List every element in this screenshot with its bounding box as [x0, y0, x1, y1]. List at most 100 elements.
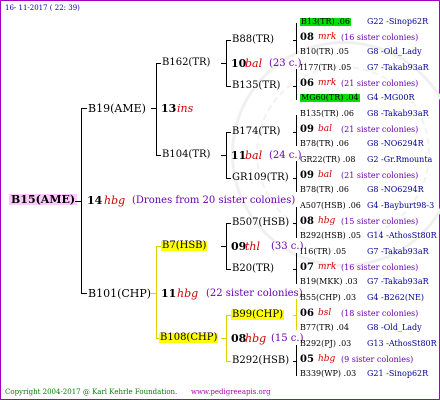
gen4-row-0-origin-lower: G8 -Old_Lady	[367, 47, 422, 56]
gen1-father-bracket	[156, 246, 157, 339]
gen2-b7: B7(HSB)	[161, 240, 208, 251]
gen4-row-0-text: (16 sister colonies)	[341, 33, 419, 42]
gen4-row-3-text: (21 sister colonies)	[341, 171, 419, 180]
gen3-b292: B292(HSB)	[232, 355, 290, 366]
gen4-row-2-origin-upper: G8 -Takab93aR	[367, 109, 429, 118]
root-lower-tick	[81, 293, 87, 294]
gen2-b162-text: (23 c.)	[269, 58, 302, 69]
gen4-row-1-type: mrk	[318, 78, 337, 88]
gen4-row-6-type: bsl	[318, 308, 332, 318]
gen3-b99-connector	[293, 315, 296, 316]
gen2-b108-type: hbg	[245, 332, 267, 345]
gen3-b20-bracket	[296, 253, 297, 284]
gen4-row-3-origin-lower: G8 -NO6294R	[367, 185, 424, 194]
gen1-mother-connector	[151, 108, 156, 109]
gen3-b507: B507(HSB)	[232, 217, 290, 228]
gen2-b7-tick-up	[226, 223, 231, 224]
gen1-father-num: 11	[161, 287, 177, 300]
gen3-b292-connector	[293, 361, 296, 362]
gen3-gr109-connector	[293, 178, 296, 179]
gen4-row-4-queen-upper: A507(HSB) .06	[300, 201, 361, 210]
root-connector	[75, 201, 81, 202]
pedigree-frame: 16- 11-2017 ( 22: 39) B15(AME) 14 hbg (D…	[0, 0, 440, 400]
gen3-b174: B174(TR)	[232, 126, 281, 137]
gen4-row-2-text: (21 sister colonies)	[341, 125, 419, 134]
gen1-father: B101(CHP)	[88, 287, 152, 300]
gen3-b507-bracket	[296, 207, 297, 238]
gen1-mother: B19(AME)	[88, 102, 146, 115]
gen4-row-2-queen-upper: B135(TR) .06	[300, 109, 355, 118]
gen3-b135-connector	[293, 86, 296, 87]
gen4-row-6-origin-lower: G8 -Old_Lady	[367, 323, 422, 332]
gen4-row-0-queen-lower: B10(TR) .05	[300, 47, 349, 56]
gen3-b135-bracket	[296, 69, 297, 100]
gen2-b162-type: bal	[245, 57, 263, 70]
gen4-row-7-queen-lower: B339(WP) .03	[300, 369, 357, 378]
gen2-b104-bracket	[226, 132, 227, 179]
gen4-row-1-origin-lower: G4 -MG00R	[367, 93, 415, 102]
gen4-row-4-text: (15 sister colonies)	[341, 217, 419, 226]
gen3-b20-connector	[293, 269, 296, 270]
gen2-b7-connector	[221, 246, 226, 247]
gen4-row-3-queen-upper: GR22(TR) .08	[300, 155, 356, 164]
gen2-b7-type: thl	[245, 240, 261, 253]
gen4-row-3-origin-upper: G2 -Gr.Rmounta	[367, 155, 433, 164]
gen2-b108-bracket	[226, 315, 227, 362]
gen3-gr109: GR109(TR)	[232, 172, 289, 183]
gen4-row-0-queen-upper: B13(TR) .06	[300, 17, 351, 26]
gen4-row-7-text: (9 sister colonies)	[341, 355, 414, 364]
gen3-b507-connector	[293, 223, 296, 224]
gen4-row-7-type: hbg	[318, 354, 336, 364]
gen2-b104-tick-up	[226, 132, 231, 133]
gen2-b104-type: bal	[245, 149, 263, 162]
gen2-b108-text: (15 c.)	[271, 333, 304, 344]
gen4-row-5-queen-upper: I16(TR) .05	[300, 247, 347, 256]
gen4-row-3-num: 09	[300, 170, 314, 181]
gen1-mother-num: 13	[161, 102, 177, 115]
gen4-row-0-num: 08	[300, 32, 314, 43]
gen1-mother-type: ins	[177, 102, 194, 115]
root-note-type: hbg	[104, 194, 126, 207]
gen4-row-1-queen-lower: MG60(TR) .04	[300, 93, 360, 102]
gen4-row-2-origin-lower: G8 -NO6294R	[367, 139, 424, 148]
gen4-row-6-queen-lower: B77(TR) .04	[300, 323, 349, 332]
date-stamp: 16- 11-2017 ( 22: 39)	[5, 4, 80, 12]
gen2-b162-bracket	[226, 40, 227, 87]
gen3-b99-bracket	[296, 299, 297, 330]
gen1-mother-bracket	[156, 63, 157, 156]
gen1-father-type: hbg	[177, 287, 199, 300]
gen3-gr109-bracket	[296, 161, 297, 192]
gen4-row-6-text: (18 sister colonies)	[341, 309, 419, 318]
gen4-row-6-origin-upper: G4 -B262(NE)	[367, 293, 424, 302]
gen2-b108: B108(CHP)	[159, 332, 219, 343]
root-bracket-line	[81, 108, 82, 294]
gen2-b162: B162(TR)	[162, 57, 211, 68]
gen2-b104: B104(TR)	[162, 149, 211, 160]
gen4-row-1-origin-upper: G7 -Takab93aR	[367, 63, 429, 72]
gen4-row-6-num: 06	[300, 308, 314, 319]
gen4-row-5-queen-lower: B19(MKK) .03	[300, 277, 358, 286]
gen4-row-7-num: 05	[300, 354, 314, 365]
gen4-row-1-queen-upper: I177(TR) .05	[300, 63, 352, 72]
gen2-b104-text: (24 c.)	[269, 150, 302, 161]
gen4-row-5-origin-upper: G7 -Takab93aR	[367, 247, 429, 256]
gen4-row-4-type: hbg	[318, 216, 336, 226]
gen4-row-2-type: bal	[318, 124, 333, 134]
gen4-row-6-queen-upper: B55(CHP) .03	[300, 293, 357, 302]
root-note-num: 14	[87, 194, 103, 207]
gen1-mother-tick-up	[156, 63, 161, 64]
gen4-row-5-type: mrk	[318, 262, 337, 272]
gen2-b162-tick-up	[226, 40, 231, 41]
footer-site: www.pedigreeapis.org	[191, 388, 271, 396]
gen4-row-4-origin-upper: G4 -Bayburt98-3	[367, 201, 435, 210]
gen1-father-connector	[151, 293, 156, 294]
gen4-row-4-queen-lower: B292(HSB) .05	[300, 231, 361, 240]
gen2-b108-connector	[221, 338, 226, 339]
gen3-b292-bracket	[296, 345, 297, 376]
gen4-row-7-origin-lower: G21 -Sinop62R	[367, 369, 429, 378]
gen2-b7-tick-down	[226, 269, 231, 270]
gen4-row-4-num: 08	[300, 216, 314, 227]
gen4-row-3-queen-lower: B78(TR) .06	[300, 185, 349, 194]
gen3-b88-connector	[293, 40, 296, 41]
gen4-row-5-text: (16 sister colonies)	[341, 263, 419, 272]
